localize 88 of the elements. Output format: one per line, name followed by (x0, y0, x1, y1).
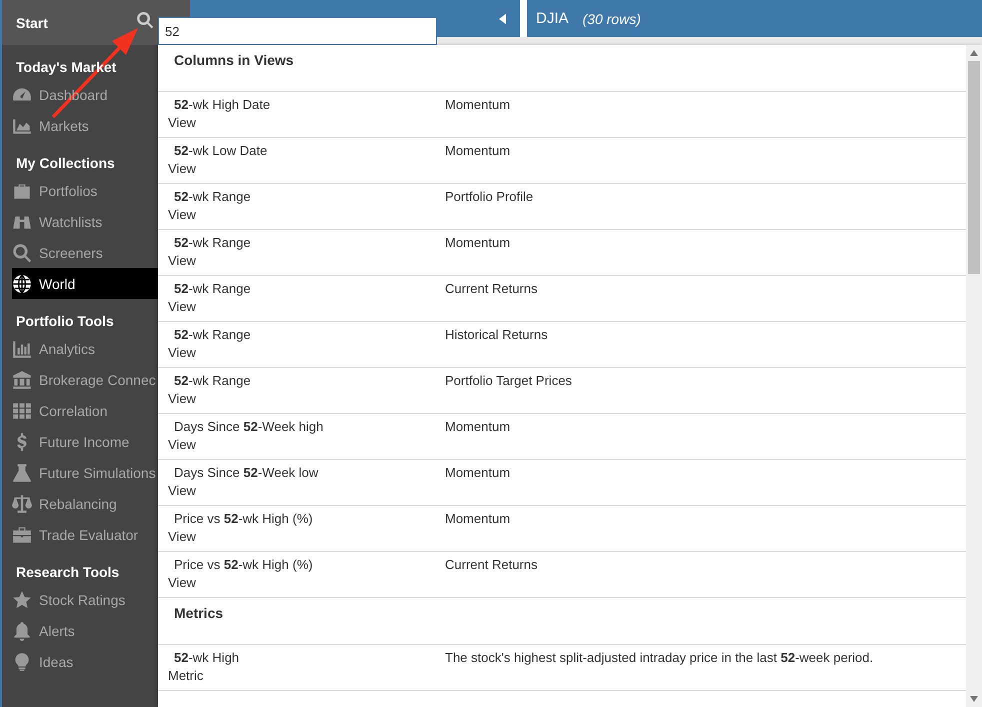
result-row[interactable]: 52-wk Range View Historical Returns (158, 322, 966, 368)
nav-item[interactable]: Watchlists (2, 206, 148, 237)
group-title: Metrics (158, 598, 966, 645)
result-detail: Current Returns (445, 280, 538, 298)
search-field[interactable]: 52 (158, 17, 437, 45)
flask-icon (12, 462, 32, 482)
result-name: 52-wk High Date (173, 96, 272, 114)
scale-icon (12, 494, 32, 514)
result-type: View (167, 390, 197, 408)
result-name: 52-wk Range (173, 326, 252, 344)
nav-item[interactable]: Ideas (2, 646, 148, 677)
row-count: (30 rows) (582, 10, 641, 26)
result-detail: Momentum (445, 418, 510, 436)
result-detail: Momentum (445, 234, 510, 252)
result-type: View (167, 528, 197, 546)
start-label: Start (16, 14, 48, 30)
star-icon (12, 590, 32, 610)
nav-item[interactable]: World (12, 268, 158, 299)
result-row[interactable]: Days Since 52-Week high View Momentum (158, 414, 966, 460)
result-name: 52-wk Range (173, 280, 252, 298)
result-detail: The stock's highest split-adjusted intraday price in the last 52-week period. (445, 649, 874, 667)
result-row[interactable]: 52-wk Range View Portfolio Profile (158, 184, 966, 230)
briefcase-icon (12, 524, 32, 544)
result-detail: Portfolio Profile (445, 188, 534, 206)
result-row[interactable]: 52-wk Range View Momentum (158, 230, 966, 276)
nav-item[interactable]: Portfolios (2, 175, 148, 206)
result-row[interactable]: 52-wk Range View Current Returns (158, 276, 966, 322)
search-icon[interactable] (136, 11, 154, 29)
nav-item[interactable]: Alerts (2, 615, 148, 646)
result-detail: Momentum (445, 96, 510, 114)
nav-item[interactable]: Stock Ratings (2, 584, 148, 615)
scroll-up-icon[interactable] (970, 50, 978, 56)
result-row[interactable]: 52-wk High Date View Momentum (158, 92, 966, 138)
grid-icon (12, 400, 32, 420)
result-name: Days Since 52-Week high (173, 418, 324, 436)
result-type: View (167, 206, 197, 224)
result-name: 52-wk Range (173, 188, 252, 206)
group-title: Columns in Views (158, 45, 966, 92)
result-name: 52-wk High (173, 649, 240, 667)
bars-icon (12, 338, 32, 358)
result-name: Days Since 52-Week low (173, 464, 320, 482)
section-title: My Collections (16, 155, 115, 171)
section-title: Research Tools (16, 564, 120, 580)
result-type: View (167, 482, 197, 500)
result-detail: Momentum (445, 142, 510, 160)
result-row[interactable]: 52-wk Range View Portfolio Target Prices (158, 368, 966, 414)
result-row[interactable]: 52-wk High Metric The stock's highest split-adjusted intraday price in the last 52-week period. (158, 645, 966, 691)
result-type: View (167, 160, 197, 178)
bank-icon (12, 370, 32, 390)
search-icon (12, 242, 32, 262)
result-detail: Portfolio Target Prices (445, 372, 572, 390)
nav-item[interactable]: Analytics (2, 333, 148, 364)
result-type: View (167, 252, 197, 270)
result-detail: Momentum (445, 464, 510, 482)
section-title: Portfolio Tools (16, 313, 114, 329)
nav-item[interactable]: Future Simulations (2, 457, 156, 488)
result-row[interactable]: Price vs 52-wk High (%) View Momentum (158, 506, 966, 552)
result-type: View (167, 114, 197, 132)
result-row[interactable]: Days Since 52-Week low View Momentum (158, 460, 966, 506)
nav-item[interactable]: Trade Evaluator (2, 519, 148, 550)
result-row[interactable]: 52-wk Low Date View Momentum (158, 138, 966, 184)
scrollbar[interactable] (966, 45, 982, 707)
result-name: 52-wk Low Date (173, 142, 268, 160)
nav-item[interactable]: Brokerage Connec (2, 364, 156, 395)
result-name: Price vs 52-wk High (%) (173, 510, 314, 528)
collapse-caret-icon[interactable] (499, 12, 506, 24)
result-detail: Current Returns (445, 556, 538, 574)
result-name: Price vs 52-wk High (%) (173, 556, 314, 574)
nav-item[interactable]: Screeners (2, 237, 148, 268)
result-type: Metric (167, 667, 204, 685)
result-name: 52-wk Range (173, 234, 252, 252)
scrollbar-thumb[interactable] (968, 61, 980, 274)
nav-item[interactable]: Rebalancing (2, 488, 148, 519)
nav-item[interactable]: Correlation (2, 395, 148, 426)
nav-item[interactable]: Future Income (2, 426, 148, 457)
result-type: View (167, 436, 197, 454)
bell-icon (12, 620, 32, 640)
nav-item[interactable]: Markets (2, 110, 148, 141)
table-title: DJIA (536, 10, 569, 27)
scroll-down-icon[interactable] (970, 696, 978, 702)
globe-icon (12, 274, 32, 294)
result-name: 52-wk Range (173, 372, 252, 390)
result-detail: Historical Returns (445, 326, 548, 344)
result-type: View (167, 298, 197, 316)
result-row[interactable]: Price vs 52-wk High (%) View Current Returns (158, 552, 966, 598)
result-detail: Momentum (445, 510, 510, 528)
result-type: View (167, 344, 197, 362)
result-type: View (167, 574, 197, 592)
